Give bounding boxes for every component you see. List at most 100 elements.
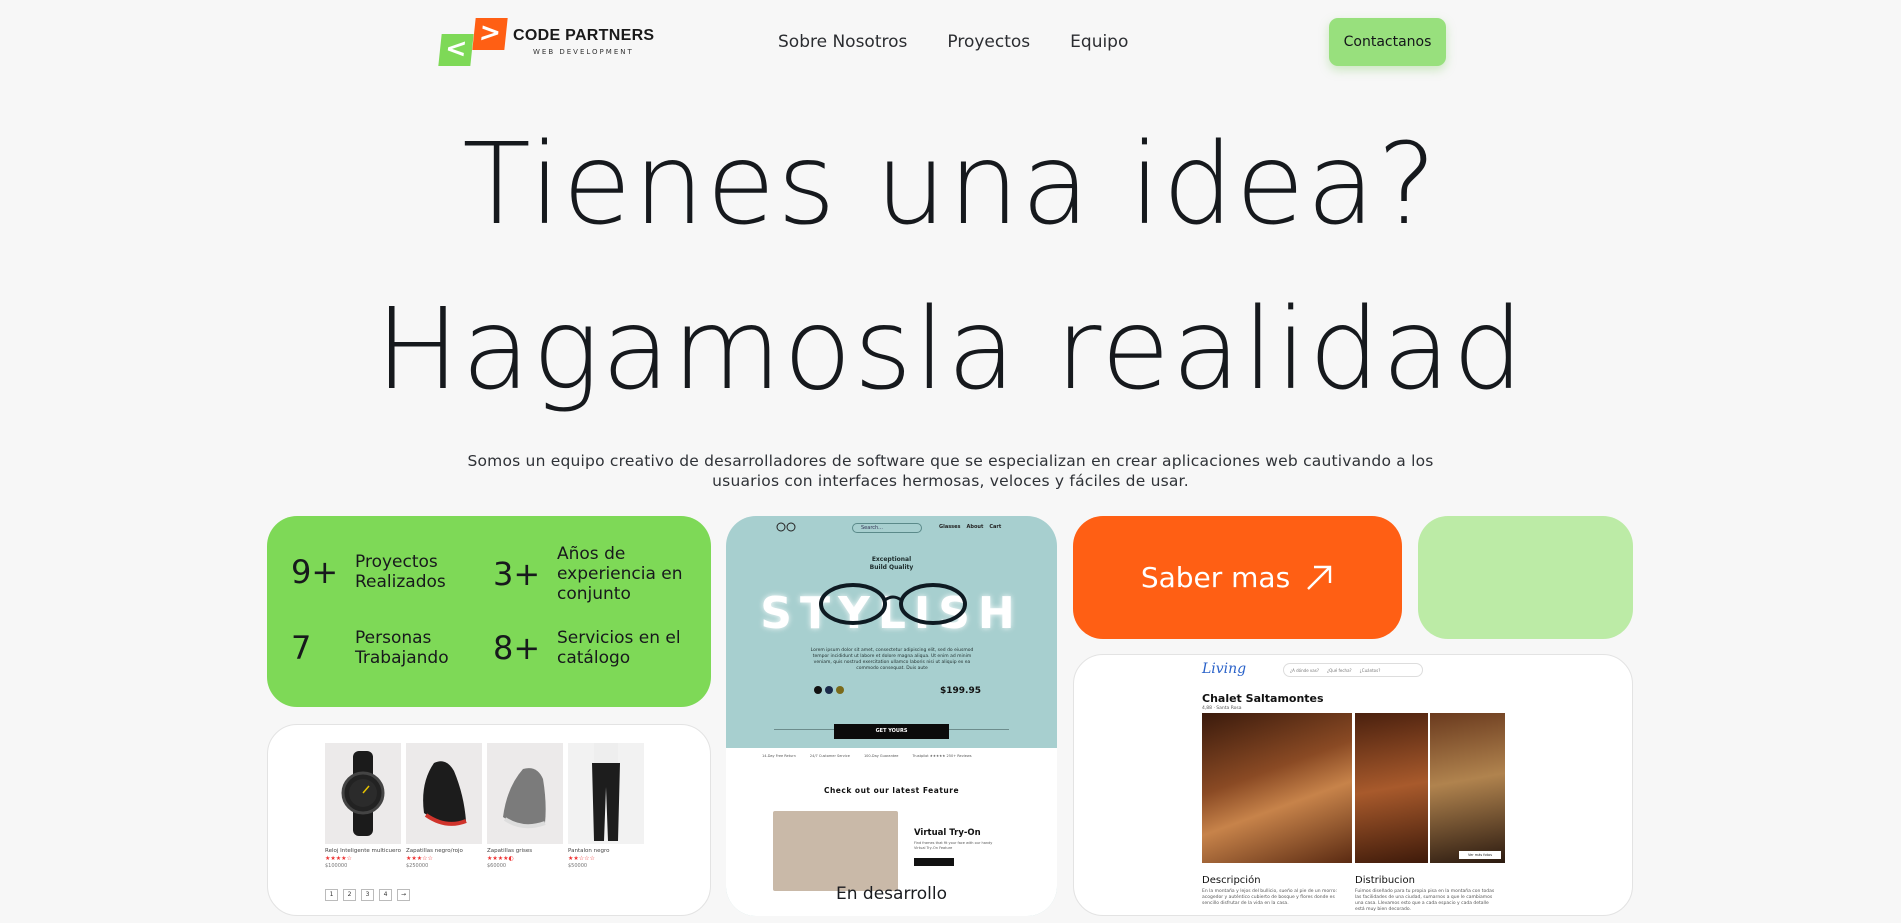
brand-logo[interactable]: < > CODE PARTNERS WEB DEVELOPMENT — [437, 18, 654, 68]
glasses-logo-icon — [776, 522, 796, 532]
product-rating: ★★★★☆ — [325, 855, 352, 862]
stat-label: Personas Trabajando — [355, 628, 449, 668]
chalet-photo-3[interactable] — [1430, 713, 1505, 863]
brand-tagline: WEB DEVELOPMENT — [533, 48, 634, 56]
glasses-search-input[interactable]: Search... — [852, 523, 922, 533]
stat-value: 8+ — [493, 629, 541, 667]
logo-left-bracket-icon: < — [438, 34, 474, 66]
product-rating: ★★☆☆☆ — [568, 855, 595, 862]
page-button[interactable]: 3 — [361, 889, 374, 901]
try-on-button[interactable] — [914, 858, 954, 866]
hero-title-line-2: Hagamosla realidad — [375, 285, 1526, 415]
glasses-tagline-2: Build Quality — [869, 564, 914, 571]
chalet-photo-2[interactable] — [1355, 713, 1428, 863]
view-more-photos-button[interactable]: Ver más fotos — [1459, 851, 1501, 859]
project-preview-glasses[interactable]: Search... Glasses About Cart Exceptional… — [726, 516, 1057, 916]
product-card: Reloj Inteligente multicuero ★★★★☆ $1000… — [325, 743, 401, 869]
color-swatch[interactable] — [814, 686, 822, 694]
product-image-red-black-shoe — [406, 743, 482, 844]
project-preview-chalet[interactable]: Living ¿A dónde vas? ¿Qué fecha? ¿Cuánto… — [1073, 654, 1633, 916]
product-image-grey-shoe — [487, 743, 563, 844]
color-swatch[interactable] — [836, 686, 844, 694]
nav-link-equipo[interactable]: Equipo — [1070, 32, 1128, 52]
stat-value: 9+ — [291, 553, 339, 591]
arrow-up-right-icon — [1307, 565, 1332, 590]
glasses-nav-link[interactable]: About — [967, 524, 984, 530]
glasses-tagline: Exceptional Build Quality — [726, 556, 1057, 572]
contact-button[interactable]: Contactanos — [1329, 18, 1446, 66]
distribution-heading: Distribucion — [1355, 875, 1415, 886]
saber-mas-label: Saber mas — [1140, 561, 1291, 594]
product-card: Pantalon negro ★★☆☆☆ $50000 — [568, 743, 644, 869]
product-card: Zapatillas grises ★★★★◐ $60000 — [487, 743, 563, 869]
page-button[interactable]: 4 — [379, 889, 392, 901]
feature-item: Trustpilot ★★★★★ 250+ Reviews — [912, 754, 972, 758]
description-text: En la montaña y lejos del bullicio, sueñ… — [1202, 889, 1337, 906]
feature-item: 100-Day Guarantee — [863, 754, 899, 758]
stat-label: Años de experiencia en conjunto — [557, 544, 683, 604]
product-price: $50000 — [568, 863, 588, 869]
distribution-text: Fuimos diseñado para tu propia pisa en l… — [1355, 889, 1495, 912]
logo-right-bracket-icon: > — [472, 18, 508, 50]
status-label: En desarrollo — [836, 884, 947, 904]
glasses-color-swatches — [814, 686, 844, 694]
product-price: $250000 — [406, 863, 429, 869]
feature-item: 24/7 Customer Service — [809, 754, 850, 758]
description-heading: Descripción — [1202, 875, 1261, 886]
date-filter[interactable]: ¿Qué fecha? — [1327, 668, 1352, 673]
guests-filter[interactable]: ¿Cuántos? — [1360, 668, 1381, 673]
pagination: 1 2 3 4 → — [325, 889, 410, 901]
glasses-nav-link[interactable]: Cart — [989, 524, 1001, 530]
page-button[interactable]: 2 — [343, 889, 356, 901]
get-yours-button[interactable]: GET YOURS — [834, 724, 949, 739]
nav-link-sobre-nosotros[interactable]: Sobre Nosotros — [778, 32, 907, 52]
glasses-nav: Glasses About Cart — [939, 524, 1001, 530]
next-page-button[interactable]: → — [397, 889, 410, 901]
product-rating: ★★★☆☆ — [406, 855, 433, 862]
saber-mas-button[interactable]: Saber mas — [1073, 516, 1402, 639]
search-placeholder: ¿A dónde vas? — [1290, 667, 1319, 673]
glasses-price: $199.95 — [940, 686, 981, 696]
hero-subtitle: Somos un equipo creativo de desarrollado… — [467, 452, 1434, 490]
glasses-lower-section: 14-Day Free Return 24/7 Customer Service… — [726, 748, 1057, 916]
glasses-nav-link[interactable]: Glasses — [939, 524, 961, 530]
eyeglasses-illustration — [819, 583, 967, 625]
latest-feature-title: Check out our latest Feature — [823, 786, 960, 795]
color-swatch[interactable] — [825, 686, 833, 694]
product-image-black-pants — [568, 743, 644, 844]
main-nav: Sobre Nosotros Proyectos Equipo — [778, 32, 1128, 52]
chalet-search-bar[interactable]: ¿A dónde vas? ¿Qué fecha? ¿Cuántos? — [1283, 663, 1423, 677]
mint-decor-card — [1418, 516, 1633, 639]
product-name: Zapatillas grises — [487, 848, 533, 854]
product-name: Zapatillas negro/rojo — [406, 848, 463, 854]
stat-people: 7 Personas Trabajando — [291, 628, 465, 668]
brand-name: CODE PARTNERS — [513, 27, 655, 44]
glasses-body-text: Lorem ipsum dolor sit amet, consectetur … — [810, 648, 974, 671]
nav-link-proyectos[interactable]: Proyectos — [947, 32, 1030, 52]
product-image-watch — [325, 743, 401, 844]
product-price: $60000 — [487, 863, 507, 869]
stat-label: Proyectos Realizados — [355, 552, 446, 592]
glasses-features: 14-Day Free Return 24/7 Customer Service… — [762, 754, 972, 758]
chalet-title: Chalet Saltamontes — [1202, 692, 1324, 705]
stat-experience: 3+ Años de experiencia en conjunto — [493, 544, 687, 604]
virtual-try-on-title: Virtual Try-On — [914, 828, 981, 838]
hero-title-line-1: Tienes una idea? — [462, 120, 1439, 250]
product-card: Zapatillas negro/rojo ★★★☆☆ $250000 — [406, 743, 482, 869]
product-name: Pantalon negro — [568, 848, 610, 854]
project-preview-shop[interactable]: Reloj Inteligente multicuero ★★★★☆ $1000… — [267, 724, 711, 916]
chalet-meta: 4,88 · Santa Rosa — [1202, 706, 1242, 711]
product-name: Reloj Inteligente multicuero — [325, 848, 401, 854]
stat-projects: 9+ Proyectos Realizados — [291, 552, 455, 592]
stats-card: 9+ Proyectos Realizados 3+ Años de exper… — [267, 516, 711, 707]
glasses-tagline-1: Exceptional — [871, 556, 912, 563]
stat-label: Servicios en el catálogo — [557, 628, 681, 668]
product-rating: ★★★★◐ — [487, 855, 514, 862]
page-button[interactable]: 1 — [325, 889, 338, 901]
stat-services: 8+ Servicios en el catálogo — [493, 628, 687, 668]
stat-value: 7 — [291, 629, 312, 667]
product-price: $100000 — [325, 863, 348, 869]
chalet-photo-main[interactable] — [1202, 713, 1352, 863]
feature-item: 14-Day Free Return — [762, 754, 796, 758]
try-on-photo — [773, 811, 898, 891]
